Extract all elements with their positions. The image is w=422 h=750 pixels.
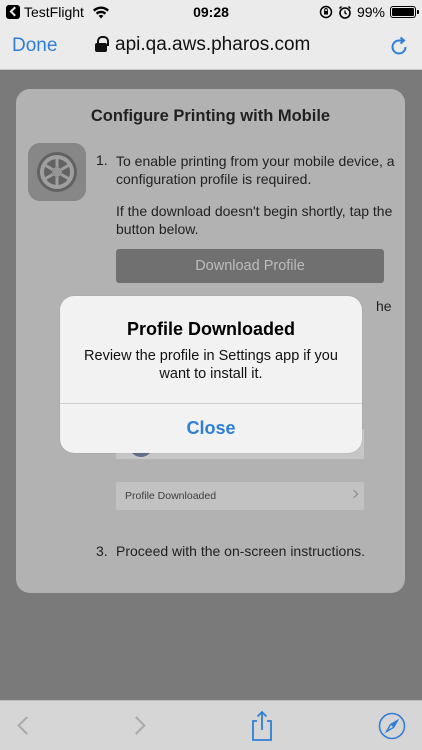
status-bar: TestFlight 09:28 99% — [0, 0, 422, 24]
status-left: TestFlight — [0, 4, 150, 20]
share-icon[interactable] — [249, 710, 275, 742]
alert-title: Profile Downloaded — [126, 319, 295, 339]
alert-dialog: Profile Downloaded Review the profile in… — [60, 296, 362, 453]
back-arrow-icon[interactable] — [6, 5, 20, 19]
address-bar[interactable]: api.qa.aws.pharos.com — [95, 34, 310, 56]
alarm-icon — [338, 5, 351, 19]
back-button[interactable] — [14, 713, 40, 739]
reload-icon[interactable] — [388, 36, 410, 58]
battery-icon — [390, 6, 419, 18]
bottom-toolbar — [0, 700, 422, 750]
close-button[interactable]: Close — [60, 404, 362, 453]
battery-fill — [392, 8, 414, 16]
forward-button[interactable] — [127, 713, 154, 739]
back-icon — [17, 716, 36, 735]
forward-icon — [127, 716, 146, 735]
compass-icon[interactable] — [378, 712, 406, 740]
done-button[interactable]: Done — [12, 35, 57, 57]
battery-percent: 99% — [356, 4, 385, 20]
browser-nav-bar: Done api.qa.aws.pharos.com — [0, 24, 422, 70]
url-text: api.qa.aws.pharos.com — [115, 34, 311, 55]
alert-message: Review the profile in Settings app if yo… — [84, 348, 338, 382]
lock-icon — [95, 35, 109, 54]
orientation-lock-icon — [319, 5, 333, 19]
back-app-label[interactable]: TestFlight — [24, 4, 84, 20]
wifi-icon — [92, 6, 109, 18]
status-right: 99% — [319, 4, 419, 20]
